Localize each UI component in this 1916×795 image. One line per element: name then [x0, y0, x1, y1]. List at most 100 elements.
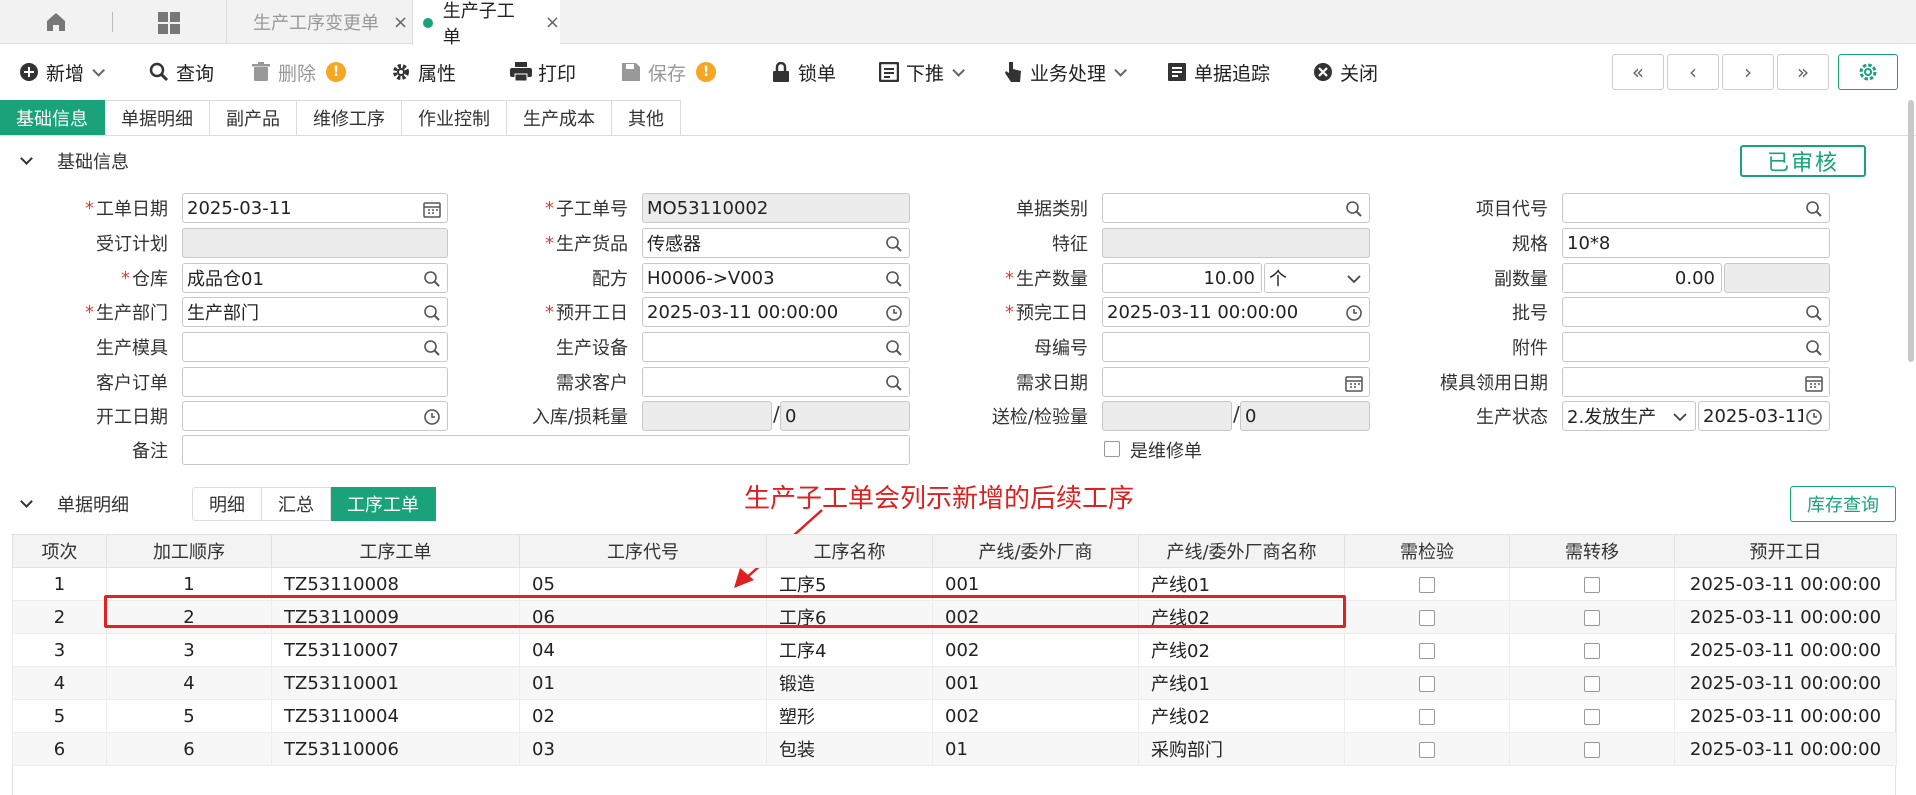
calendar-icon[interactable]: [423, 200, 441, 218]
clock-icon[interactable]: [1345, 304, 1363, 322]
search-icon[interactable]: [1805, 339, 1823, 357]
save-button[interactable]: 保存 !: [620, 58, 717, 86]
prod-status-date-field[interactable]: 2025-03-11: [1698, 401, 1830, 431]
equipment-field[interactable]: [642, 332, 910, 362]
mold-date-field[interactable]: [1562, 367, 1830, 397]
mold-field[interactable]: [182, 332, 448, 362]
customer-order-field[interactable]: [182, 367, 448, 397]
need-transfer-checkbox[interactable]: [1584, 741, 1600, 758]
need-transfer-checkbox[interactable]: [1584, 609, 1600, 626]
work-order-link[interactable]: TZ53110001: [271, 666, 520, 700]
calendar-icon[interactable]: [1345, 374, 1363, 392]
lock-button[interactable]: 锁单: [770, 58, 836, 86]
table-row[interactable]: 2 2 TZ53110009 06 工序6 002 产线02 2025-03-1…: [12, 600, 1897, 634]
col-header-order[interactable]: 加工顺序: [106, 534, 272, 568]
spec-field[interactable]: 10*8: [1562, 228, 1830, 258]
col-header-process-name[interactable]: 工序名称: [766, 534, 933, 568]
close-button[interactable]: 关闭: [1312, 58, 1378, 86]
doc-type-field[interactable]: [1102, 193, 1370, 223]
unit-select[interactable]: 个: [1264, 263, 1370, 293]
col-header-line[interactable]: 产线/委外厂商: [932, 534, 1139, 568]
table-row[interactable]: 3 3 TZ53110007 04 工序4 002 产线02 2025-03-1…: [12, 633, 1897, 667]
properties-button[interactable]: 属性: [390, 58, 456, 86]
tab-byproduct[interactable]: 副产品: [210, 100, 297, 136]
trace-button[interactable]: 单据追踪: [1166, 58, 1270, 86]
last-record-button[interactable]: »: [1777, 54, 1829, 90]
tab-repair-process[interactable]: 维修工序: [297, 100, 402, 136]
plan-start-field[interactable]: 2025-03-11 00:00:00: [642, 297, 910, 327]
search-icon[interactable]: [885, 339, 903, 357]
need-inspect-checkbox[interactable]: [1419, 609, 1435, 626]
col-header-work-order[interactable]: 工序工单: [271, 534, 520, 568]
tab-detail-items[interactable]: 明细: [192, 487, 262, 521]
search-icon[interactable]: [885, 235, 903, 253]
pushdown-button[interactable]: 下推: [878, 58, 966, 86]
chevron-down-icon[interactable]: [1114, 63, 1128, 77]
table-row[interactable]: 1 1 TZ53110008 05 工序5 001 产线01 2025-03-1…: [12, 567, 1897, 601]
new-button[interactable]: 新增: [18, 58, 106, 86]
calendar-icon[interactable]: [1805, 374, 1823, 392]
repair-checkbox[interactable]: [1104, 441, 1120, 457]
tab-detail[interactable]: 单据明细: [105, 100, 210, 136]
sub-qty-field[interactable]: 0.00: [1562, 263, 1722, 293]
demand-customer-field[interactable]: [642, 367, 910, 397]
work-order-link[interactable]: TZ53110007: [271, 633, 520, 667]
tab-summary[interactable]: 汇总: [262, 487, 331, 521]
section-detail-header[interactable]: 单据明细: [20, 490, 129, 518]
clock-icon[interactable]: [885, 304, 903, 322]
business-button[interactable]: 业务处理: [1002, 58, 1128, 86]
tab-process-work-order[interactable]: 工序工单: [331, 487, 436, 521]
need-transfer-checkbox[interactable]: [1584, 708, 1600, 725]
prod-status-select[interactable]: 2.发放生产: [1562, 401, 1696, 431]
attachment-field[interactable]: [1562, 332, 1830, 362]
start-date-field[interactable]: [182, 401, 448, 431]
clock-icon[interactable]: [423, 408, 441, 426]
warehouse-field[interactable]: 成品仓01: [182, 263, 448, 293]
settings-button[interactable]: [1838, 54, 1898, 90]
demand-date-field[interactable]: [1102, 367, 1370, 397]
tab-basic-info[interactable]: 基础信息: [0, 100, 105, 136]
need-inspect-checkbox[interactable]: [1419, 675, 1435, 692]
need-inspect-checkbox[interactable]: [1419, 708, 1435, 725]
col-header-plan-start[interactable]: 预开工日: [1674, 534, 1897, 568]
qty-field[interactable]: 10.00: [1102, 263, 1262, 293]
batch-field[interactable]: [1562, 297, 1830, 327]
need-transfer-checkbox[interactable]: [1584, 675, 1600, 692]
need-inspect-checkbox[interactable]: [1419, 642, 1435, 659]
delete-button[interactable]: 删除 !: [250, 58, 347, 86]
parent-no-field[interactable]: [1102, 332, 1370, 362]
col-header-seq[interactable]: 项次: [12, 534, 107, 568]
need-transfer-checkbox[interactable]: [1584, 642, 1600, 659]
tab-other[interactable]: 其他: [612, 100, 681, 136]
query-button[interactable]: 查询: [148, 58, 214, 86]
stock-query-button[interactable]: 库存查询: [1790, 486, 1896, 522]
search-icon[interactable]: [423, 339, 441, 357]
section-basic-info-header[interactable]: 基础信息: [20, 147, 129, 175]
prev-record-button[interactable]: ‹: [1667, 54, 1719, 90]
search-icon[interactable]: [1805, 304, 1823, 322]
need-inspect-checkbox[interactable]: [1419, 576, 1435, 593]
close-icon[interactable]: ×: [393, 12, 408, 33]
close-icon[interactable]: ×: [545, 12, 560, 33]
goods-field[interactable]: 传感器: [642, 228, 910, 258]
clock-icon[interactable]: [1805, 408, 1823, 426]
vertical-scrollbar[interactable]: [1908, 100, 1914, 362]
dept-field[interactable]: 生产部门: [182, 297, 448, 327]
search-icon[interactable]: [1345, 200, 1363, 218]
col-header-line-name[interactable]: 产线/委外厂商名称: [1138, 534, 1345, 568]
chevron-down-icon[interactable]: [952, 63, 966, 77]
search-icon[interactable]: [1805, 200, 1823, 218]
work-order-link[interactable]: TZ53110009: [271, 600, 520, 634]
next-record-button[interactable]: ›: [1722, 54, 1774, 90]
first-record-button[interactable]: «: [1612, 54, 1664, 90]
col-header-process-code[interactable]: 工序代号: [519, 534, 767, 568]
work-order-link[interactable]: TZ53110008: [271, 567, 520, 601]
apps-grid-icon[interactable]: [158, 12, 180, 34]
tab-process-change[interactable]: 生产工序变更单 ×: [226, 0, 412, 44]
chevron-down-icon[interactable]: [92, 63, 106, 77]
need-inspect-checkbox[interactable]: [1419, 741, 1435, 758]
search-icon[interactable]: [885, 374, 903, 392]
print-button[interactable]: 打印: [510, 58, 576, 86]
need-transfer-checkbox[interactable]: [1584, 576, 1600, 593]
col-header-need-inspect[interactable]: 需检验: [1344, 534, 1510, 568]
